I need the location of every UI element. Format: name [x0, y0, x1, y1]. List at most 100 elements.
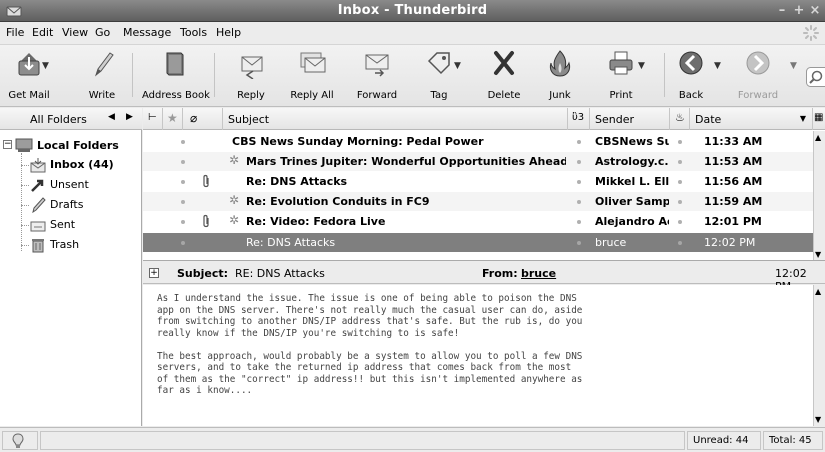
trash-label: Trash [50, 238, 80, 251]
read-dot [577, 200, 581, 204]
forward-label: Forward [356, 90, 398, 101]
thread-row[interactable]: ✲ Mars Trines Jupiter: Wonderful Opportu… [143, 152, 813, 171]
expand-header-icon[interactable]: + [149, 268, 159, 278]
from-field-value[interactable]: bruce [521, 267, 556, 280]
menu-bar: File Edit View Go Message Tools Help [0, 22, 825, 45]
offline-status[interactable] [2, 431, 38, 450]
message-scrollbar[interactable]: ▲ ▼ [813, 285, 825, 426]
main-toolbar: ▼ Get Mail Write Address Book Reply Repl… [0, 45, 825, 107]
get-mail-dropdown-icon[interactable]: ▼ [42, 61, 49, 71]
back-dropdown-icon[interactable]: ▼ [714, 61, 721, 71]
menu-message[interactable]: Message [123, 26, 171, 39]
star-icon: ★ [167, 111, 178, 125]
folder-pane-header: All Folders ◀ ▶ [0, 108, 142, 130]
folder-mode-prev-icon[interactable]: ◀ [108, 112, 115, 122]
forward-nav-button[interactable]: ▼ Forward [728, 47, 797, 103]
status-message-panel [40, 431, 685, 450]
window-title: Inbox - Thunderbird [337, 3, 488, 18]
sender-column-header[interactable]: Sender [590, 108, 670, 130]
minimize-icon[interactable]: – [775, 4, 789, 18]
junk-column-header[interactable]: ♨ [670, 108, 690, 130]
forward-nav-label: Forward [737, 90, 779, 101]
message-subject: Re: DNS Attacks [246, 236, 336, 249]
total-count: Total: 45 [763, 431, 823, 450]
thread-row[interactable]: ✲ Re: Video: Fedora Live Alejandro Ac...… [143, 212, 813, 231]
scroll-down-icon[interactable]: ▼ [815, 415, 821, 424]
reply-button[interactable]: Reply [226, 47, 276, 103]
thread-scrollbar[interactable]: ▲ ▼ [813, 131, 825, 260]
junk-button[interactable]: Junk [542, 47, 578, 103]
unread-count: Unread: 44 [687, 431, 761, 450]
search-icon[interactable] [806, 67, 825, 87]
menu-edit[interactable]: Edit [32, 26, 53, 39]
collapse-icon[interactable]: − [3, 140, 12, 149]
folder-unsent[interactable]: Unsent [30, 175, 140, 195]
junk-dot [678, 200, 682, 204]
toolbar-separator [132, 53, 133, 97]
print-dropdown-icon[interactable]: ▼ [638, 61, 645, 71]
get-mail-button[interactable]: ▼ Get Mail [4, 47, 54, 103]
menu-view[interactable]: View [62, 26, 88, 39]
unread-dot [181, 200, 185, 204]
close-icon[interactable]: × [808, 4, 822, 18]
thread-row-selected[interactable]: Re: DNS Attacks bruce 12:02 PM [143, 233, 813, 252]
forward-arrow-icon [746, 51, 770, 75]
tag-dropdown-icon[interactable]: ▼ [454, 61, 461, 71]
print-button[interactable]: ▼ Print [592, 47, 650, 103]
menu-go[interactable]: Go [95, 26, 110, 39]
thread-column-toggle[interactable]: ⊢ [143, 108, 163, 130]
junk-dot [678, 241, 682, 245]
back-button[interactable]: ▼ Back [670, 47, 721, 103]
message-sender: CBSNews Su... [595, 135, 669, 148]
star-column-header[interactable]: ★ [163, 108, 183, 130]
write-label: Write [88, 90, 116, 101]
reply-all-icon [300, 52, 326, 73]
maximize-icon[interactable]: + [792, 4, 806, 18]
menu-help[interactable]: Help [216, 26, 241, 39]
column-picker[interactable]: ▦ [813, 108, 825, 130]
column-picker-icon: ▦ [814, 112, 824, 123]
attachment-icon [203, 174, 209, 188]
unread-dot [181, 160, 185, 164]
message-subject: Re: DNS Attacks [246, 175, 348, 188]
subject-column-header[interactable]: Subject [223, 108, 568, 130]
reply-all-button[interactable]: Reply All [282, 47, 342, 103]
forward-button[interactable]: Forward [350, 47, 404, 103]
folder-trash[interactable]: Trash [30, 235, 140, 255]
drafts-icon [32, 197, 46, 213]
from-field-label: From: [482, 267, 518, 280]
attachment-column-header[interactable]: ⌀ [183, 108, 223, 130]
scroll-up-icon[interactable]: ▲ [815, 287, 821, 296]
tag-button[interactable]: ▼ Tag [416, 47, 462, 103]
menu-file[interactable]: File [6, 26, 24, 39]
folder-drafts[interactable]: Drafts [30, 195, 140, 215]
address-book-label: Address Book [142, 90, 210, 101]
thread-row[interactable]: ✲ Re: Evolution Conduits in FC9 Oliver S… [143, 192, 813, 211]
date-column-header[interactable]: Date ▼ [690, 108, 813, 130]
tree-line [21, 205, 29, 206]
address-book-button[interactable]: Address Book [142, 47, 210, 103]
pencil-icon [94, 52, 114, 77]
write-button[interactable]: Write [80, 47, 124, 103]
tree-line [21, 245, 29, 246]
unsent-label: Unsent [50, 178, 89, 191]
inbox-label: Inbox (44) [50, 158, 114, 171]
read-column-header[interactable]: ὒ3 [568, 108, 590, 130]
thread-row[interactable]: CBS News Sunday Morning: Pedal Power CBS… [143, 132, 813, 151]
forward-nav-dropdown-icon[interactable]: ▼ [790, 61, 797, 71]
scroll-up-icon[interactable]: ▲ [815, 133, 821, 142]
thread-row[interactable]: Re: DNS Attacks Mikkel L. Ell... 11:56 A… [143, 172, 813, 191]
message-sender: Astrology.c... [595, 155, 669, 168]
folder-mode-next-icon[interactable]: ▶ [126, 112, 133, 122]
folder-sent[interactable]: Sent [30, 215, 140, 235]
folder-inbox[interactable]: Inbox (44) [30, 155, 140, 175]
folder-local-folders[interactable]: − Local Folders [3, 136, 141, 156]
message-date: 11:59 AM [704, 195, 763, 208]
scroll-down-icon[interactable]: ▼ [815, 250, 821, 259]
read-dot [577, 140, 581, 144]
message-subject: Mars Trines Jupiter: Wonderful Opportuni… [246, 155, 566, 168]
delete-label: Delete [487, 90, 521, 101]
menu-tools[interactable]: Tools [180, 26, 207, 39]
delete-button[interactable]: Delete [482, 47, 526, 103]
local-folders-label: Local Folders [37, 139, 119, 152]
